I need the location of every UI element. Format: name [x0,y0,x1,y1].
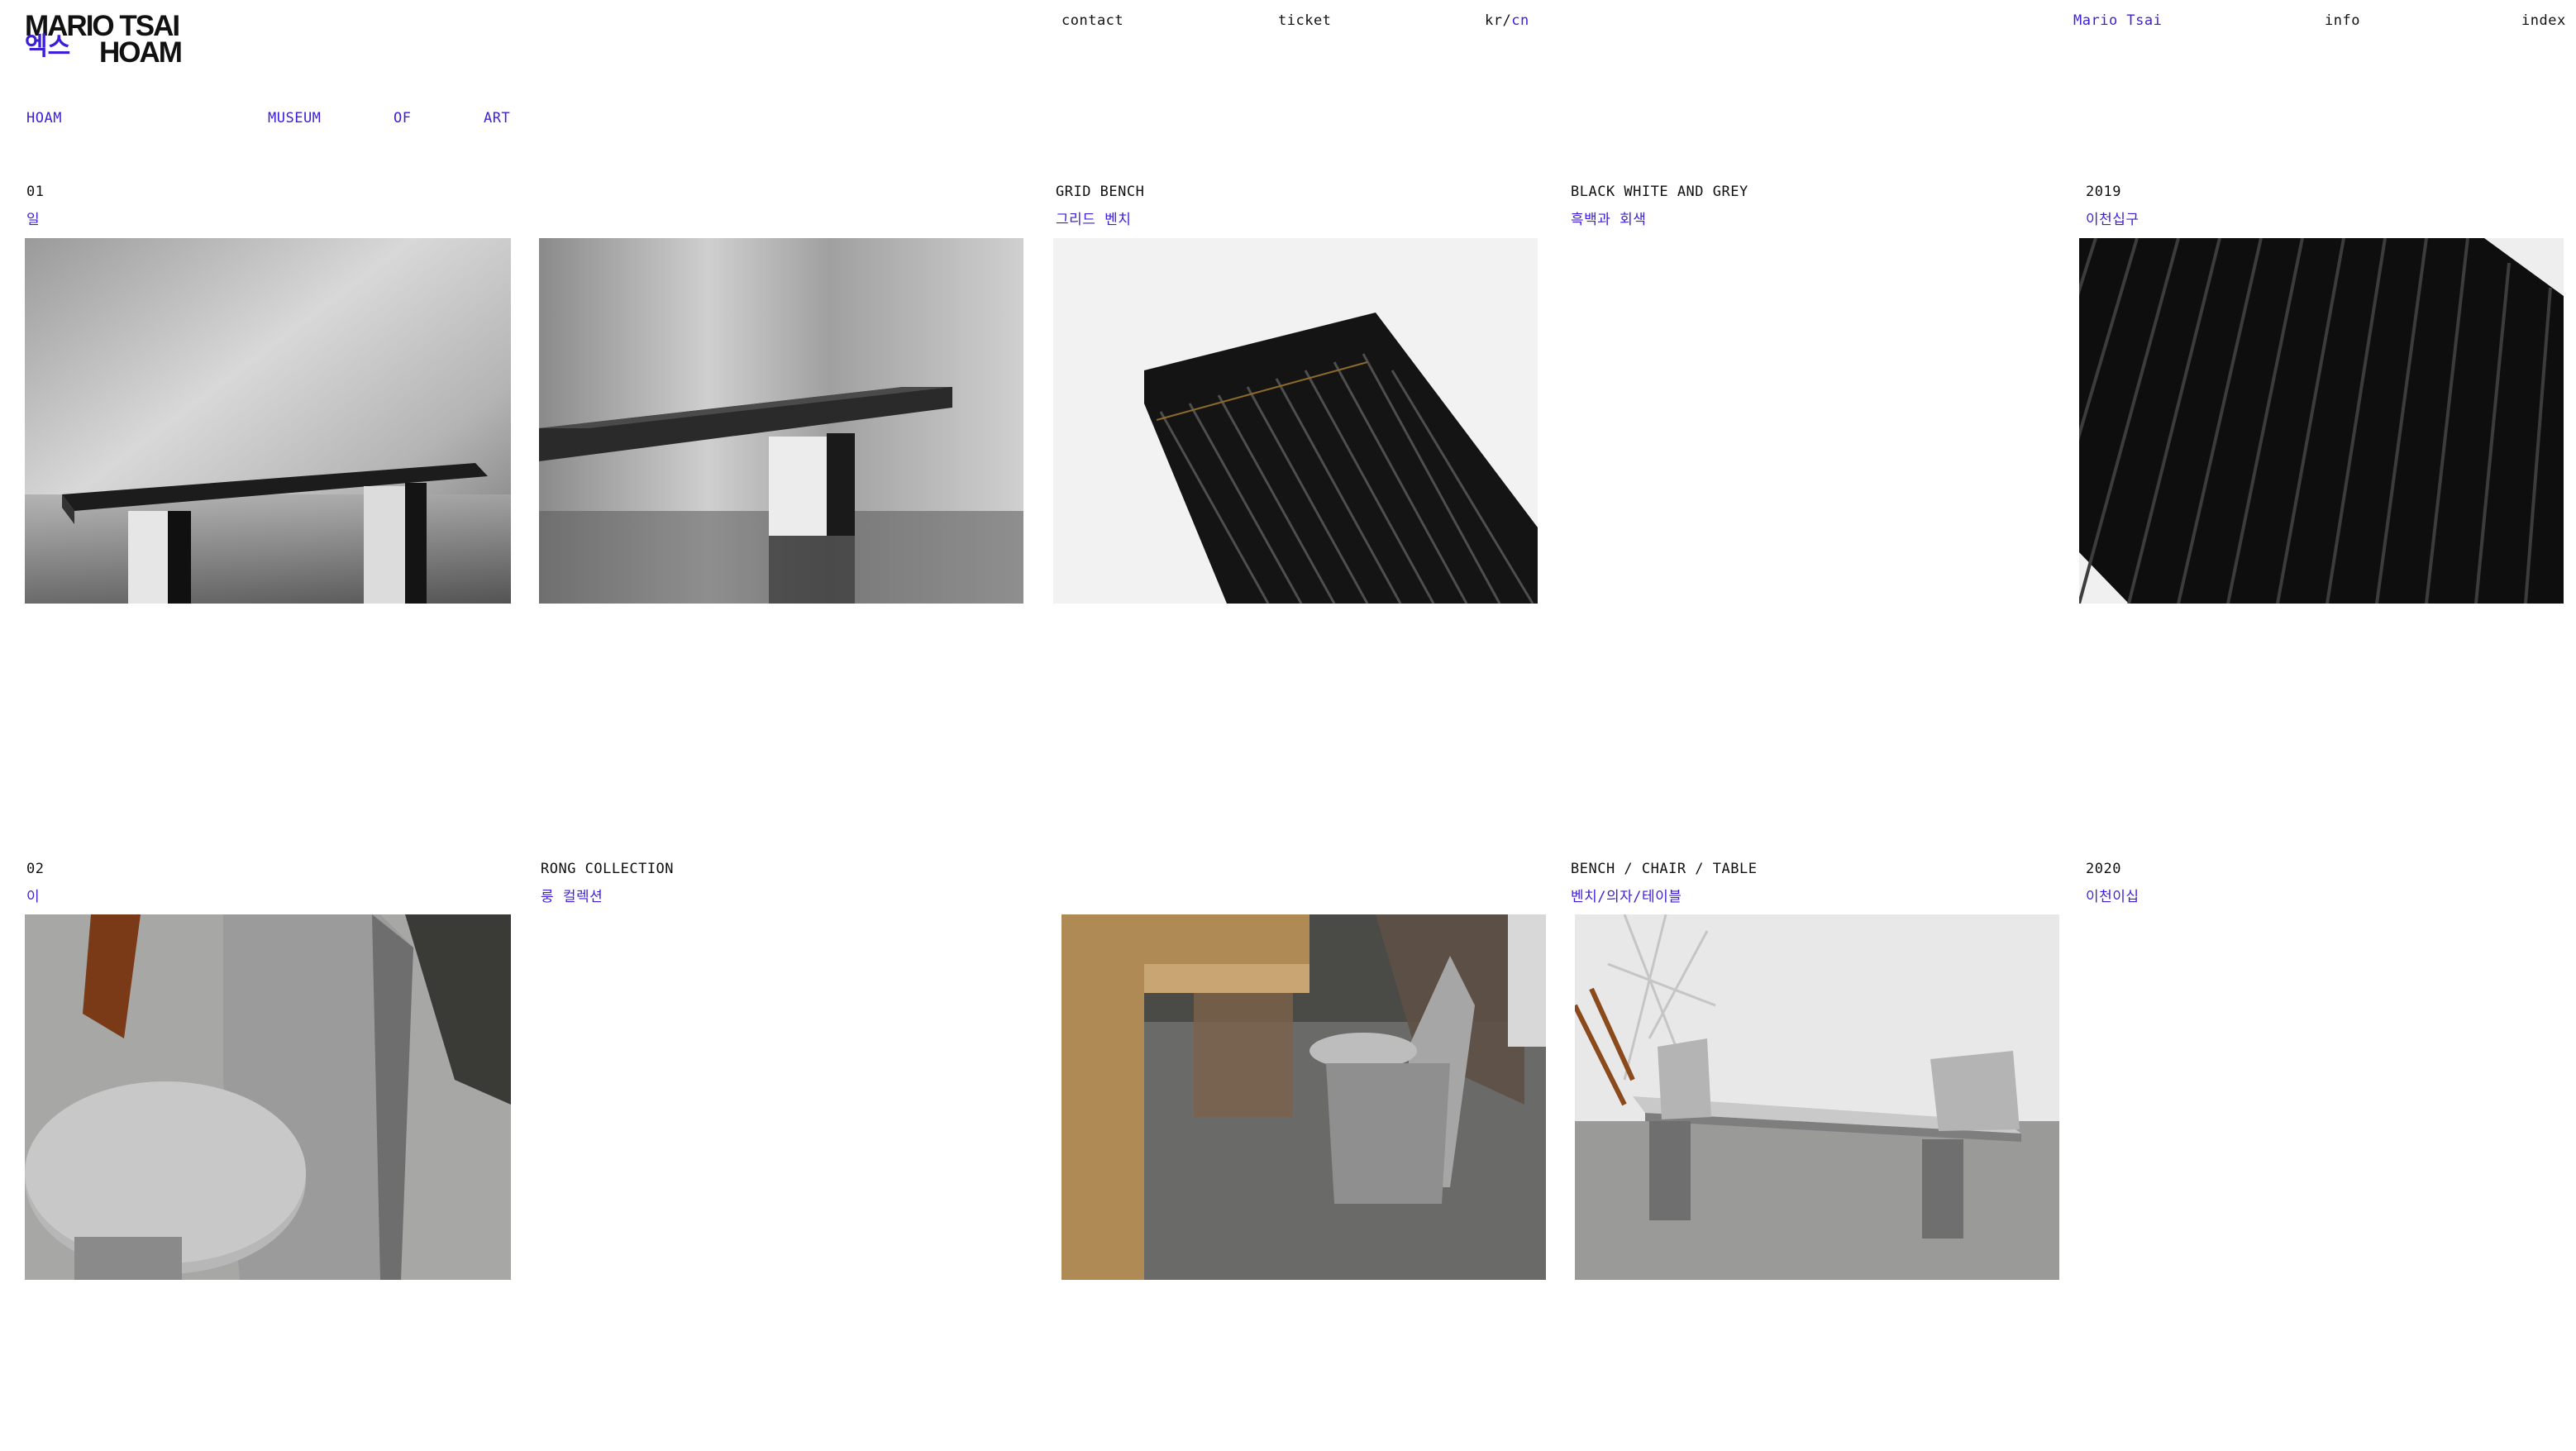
grid-bench-side-photo[interactable] [25,238,511,604]
logo-korean: 엑스 [25,33,71,60]
logo-line2: HOAM [99,36,183,69]
museum-word-art: ART [484,110,511,126]
project-year: 2020 [2086,861,2121,877]
grid-bench-slats-photo[interactable] [2079,238,2564,604]
nav-index[interactable]: index [2521,14,2566,28]
rong-bench-chairs-photo[interactable] [1575,914,2059,1280]
project-title[interactable]: RONG COLLECTION [541,862,674,876]
grid-bench-top-photo[interactable] [1053,238,1538,604]
project-material-korean: 흑백과 회색 [1571,212,1647,228]
project-title-korean: 룽 컬렉션 [541,889,603,905]
project-number-korean: 일 [26,212,41,228]
project-year: 2019 [2086,184,2121,200]
grid-bench-angled-photo[interactable] [539,238,1023,604]
lang-cn-link[interactable]: cn [1511,12,1529,29]
museum-word-hoam: HOAM [26,110,62,126]
nav-designer[interactable]: Mario Tsai [2073,14,2162,28]
rong-chair-room-photo[interactable] [1061,914,1546,1280]
museum-word-of: OF [394,110,412,126]
project-title[interactable]: GRID BENCH [1056,185,1144,199]
project-material-korean: 벤치/의자/테이블 [1571,889,1682,905]
project-number-korean: 이 [26,889,41,905]
nav-ticket[interactable]: ticket [1278,14,1331,28]
project-material: BLACK WHITE AND GREY [1571,184,1748,200]
museum-word-museum: MUSEUM [268,110,322,126]
project-title-korean: 그리드 벤치 [1056,212,1132,228]
project-year-korean: 이천십구 [2086,212,2140,228]
project-number: 02 [26,861,45,877]
project-number: 01 [26,184,45,200]
lang-kr-link[interactable]: kr/ [1485,12,1511,29]
site-logo[interactable]: MARIO TSAI 엑스 HOAM [25,12,190,69]
rong-chair-closeup-photo[interactable] [25,914,511,1280]
nav-contact[interactable]: contact [1061,14,1123,28]
project-material: BENCH / CHAIR / TABLE [1571,861,1758,877]
language-switcher: kr/cn [1485,14,1529,28]
nav-info[interactable]: info [2325,14,2360,28]
project-year-korean: 이천이십 [2086,889,2140,905]
